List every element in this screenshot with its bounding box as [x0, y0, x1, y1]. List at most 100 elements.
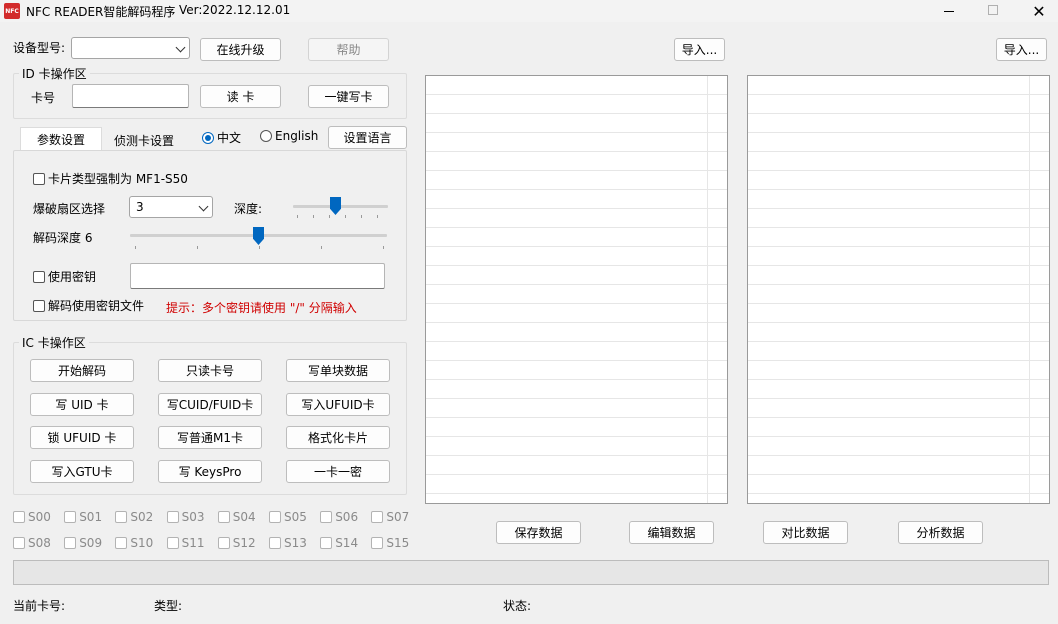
grid-column-line — [707, 76, 708, 503]
depth-tick — [297, 215, 298, 218]
sector-checkbox-s10[interactable]: S10 — [115, 536, 153, 550]
use-key-checkbox[interactable]: 使用密钥 — [33, 268, 96, 285]
decode-depth-label: 解码深度 6 — [33, 231, 93, 245]
grid-line — [748, 455, 1049, 456]
app-icon-text: NFC — [5, 7, 19, 15]
compare-data-button[interactable]: 对比数据 — [763, 521, 848, 544]
sector-checkbox-box — [13, 511, 25, 523]
device-select[interactable] — [71, 37, 190, 59]
force-mf1-box — [33, 172, 45, 185]
tab-detect[interactable]: 侦测卡设置 — [102, 130, 186, 150]
write-block-button[interactable]: 写单块数据 — [286, 359, 390, 382]
sector-checkbox-s00[interactable]: S00 — [13, 510, 51, 524]
sector-checkbox-s08[interactable]: S08 — [13, 536, 51, 550]
sector-checkbox-label: S04 — [232, 510, 256, 524]
tab-params[interactable]: 参数设置 — [20, 127, 102, 150]
lock-ufuid-button[interactable]: 锁 UFUID 卡 — [30, 426, 134, 449]
set-language-button[interactable]: 设置语言 — [328, 126, 407, 149]
write-m1-button[interactable]: 写普通M1卡 — [158, 426, 262, 449]
sector-checkbox-label: S00 — [28, 510, 51, 524]
sector-checkbox-box — [13, 537, 25, 549]
use-keyfile-checkbox[interactable]: 解码使用密钥文件 — [33, 297, 144, 314]
radio-english[interactable]: English — [260, 129, 318, 143]
radio-chinese-label: 中文 — [217, 131, 242, 145]
edit-data-button[interactable]: 编辑数据 — [629, 521, 714, 544]
online-upgrade-button[interactable]: 在线升级 — [200, 38, 281, 61]
grid-line — [748, 398, 1049, 399]
one-click-write-button[interactable]: 一键写卡 — [308, 85, 389, 108]
sector-checkbox-s13[interactable]: S13 — [269, 536, 307, 550]
key-hint: 提示：多个密钥请使用 "/" 分隔输入 — [166, 301, 357, 315]
grid-line — [748, 417, 1049, 418]
window-version: Ver:2022.12.12.01 — [179, 3, 291, 17]
grid-line — [748, 246, 1049, 247]
sector-checkbox-label: S02 — [130, 510, 154, 524]
key-input[interactable] — [130, 263, 385, 289]
sector-checkbox-s05[interactable]: S05 — [269, 510, 307, 524]
grid-line — [426, 303, 727, 304]
grid-line — [748, 379, 1049, 380]
sector-checkbox-s12[interactable]: S12 — [217, 536, 256, 550]
sector-checkbox-s06[interactable]: S06 — [320, 510, 358, 524]
sector-checkbox-s07[interactable]: S07 — [371, 510, 409, 524]
decode-depth-tick — [383, 246, 384, 249]
format-card-button[interactable]: 格式化卡片 — [286, 426, 390, 449]
analyze-data-button[interactable]: 分析数据 — [898, 521, 983, 544]
sector-checkbox-box — [115, 537, 128, 549]
sector-checkbox-label: S07 — [386, 510, 410, 524]
sector-checkbox-s09[interactable]: S09 — [64, 536, 102, 550]
card-number-input[interactable] — [72, 84, 189, 108]
minimize-button[interactable] — [932, 0, 966, 22]
force-mf1-checkbox[interactable]: 卡片类型强制为 MF1-S50 — [33, 170, 188, 187]
write-cuid-fuid-button[interactable]: 写CUID/FUID卡 — [158, 393, 262, 416]
write-gtu-button[interactable]: 写入GTU卡 — [30, 460, 134, 483]
sector-select[interactable]: 3 — [129, 196, 213, 218]
chevron-down-icon — [175, 42, 186, 53]
tab-params-label: 参数设置 — [36, 132, 85, 147]
import-left-button[interactable]: 导入... — [674, 38, 725, 61]
data-panel-right[interactable] — [747, 75, 1050, 504]
sector-checkbox-box — [166, 537, 179, 549]
help-button[interactable]: 帮助 — [308, 38, 389, 61]
sector-checkbox-s11[interactable]: S11 — [166, 536, 204, 550]
sector-checkbox-s15[interactable]: S15 — [371, 536, 409, 550]
use-key-label: 使用密钥 — [48, 270, 97, 284]
write-keyspro-button[interactable]: 写 KeysPro — [158, 460, 262, 483]
sector-checkbox-box — [269, 511, 281, 523]
sector-checkbox-label: S15 — [386, 536, 410, 550]
sector-checkbox-box — [320, 537, 333, 549]
grid-line — [426, 474, 727, 475]
sector-select-value: 3 — [136, 200, 144, 214]
depth-label: 深度: — [234, 202, 263, 216]
grid-line — [748, 493, 1049, 494]
sector-checkbox-s01[interactable]: S01 — [64, 510, 102, 524]
read-card-number-button[interactable]: 只读卡号 — [158, 359, 262, 382]
depth-tick — [313, 215, 314, 218]
sector-checkbox-box — [217, 511, 230, 523]
decode-depth-tick — [135, 246, 136, 249]
depth-tick — [361, 215, 362, 218]
grid-line — [748, 436, 1049, 437]
grid-line — [426, 284, 727, 285]
grid-line — [426, 132, 727, 133]
sector-checkbox-s04[interactable]: S04 — [217, 510, 256, 524]
start-decode-button[interactable]: 开始解码 — [30, 359, 134, 382]
radio-chinese[interactable]: 中文 — [202, 129, 241, 146]
one-card-one-key-button[interactable]: 一卡一密 — [286, 460, 390, 483]
grid-line — [748, 227, 1049, 228]
grid-line — [748, 265, 1049, 266]
sector-checkbox-s03[interactable]: S03 — [166, 510, 204, 524]
grid-line — [426, 493, 727, 494]
sector-checkbox-s14[interactable]: S14 — [320, 536, 358, 550]
sector-checkbox-s02[interactable]: S02 — [115, 510, 153, 524]
maximize-button[interactable] — [978, 0, 1008, 22]
data-panel-left[interactable] — [425, 75, 728, 504]
write-ufuid-button[interactable]: 写入UFUID卡 — [286, 393, 390, 416]
write-uid-button[interactable]: 写 UID 卡 — [30, 393, 134, 416]
force-mf1-label: 卡片类型强制为 MF1-S50 — [48, 172, 188, 186]
close-button[interactable]: ✕ — [1022, 0, 1056, 22]
grid-line — [426, 189, 727, 190]
read-card-button[interactable]: 读 卡 — [200, 85, 281, 108]
save-data-button[interactable]: 保存数据 — [496, 521, 581, 544]
import-right-button[interactable]: 导入... — [996, 38, 1047, 61]
